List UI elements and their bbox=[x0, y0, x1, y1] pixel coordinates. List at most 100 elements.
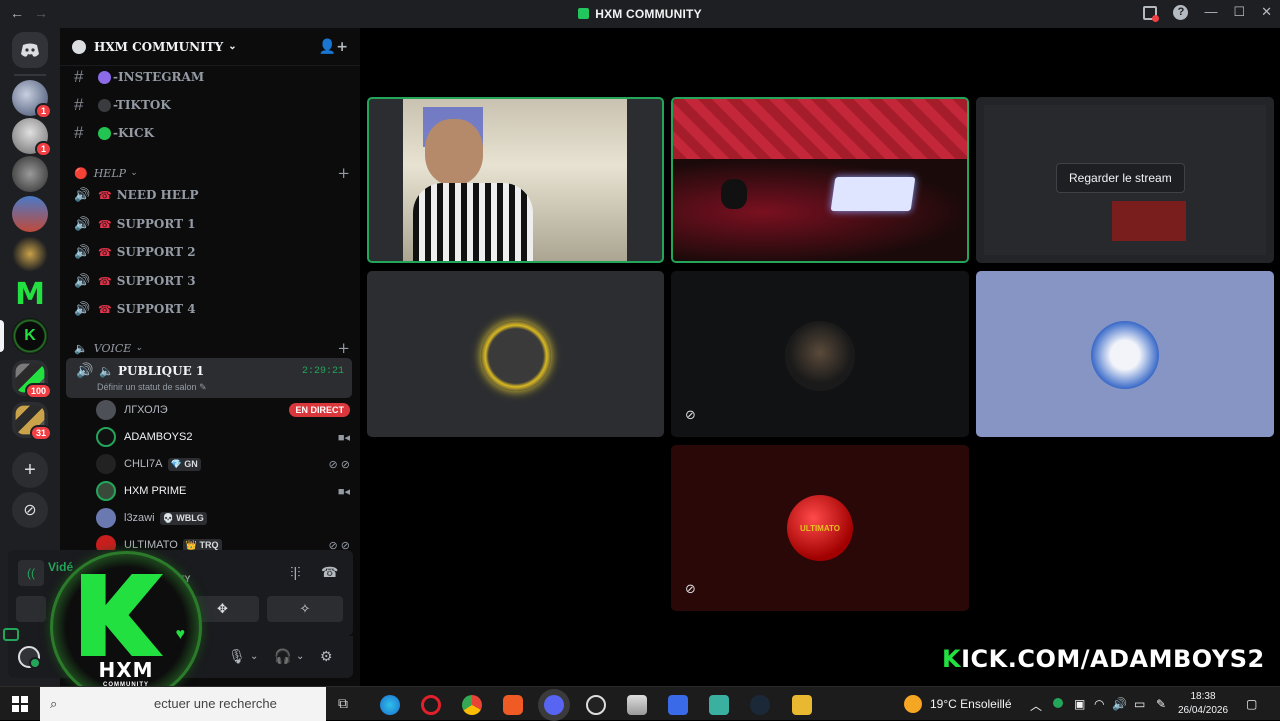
channel-kick[interactable]: # -KICK bbox=[60, 121, 360, 145]
voice-member[interactable]: CHLI7A 💎 GN ⊘ ⊘ bbox=[96, 452, 350, 476]
purple-circle-icon bbox=[98, 70, 111, 84]
signal-icon: (( bbox=[18, 560, 44, 586]
video-tile-webcam[interactable] bbox=[367, 97, 664, 263]
participant-tile[interactable]: ULTIMATO ⊘ bbox=[671, 445, 969, 611]
avatar bbox=[96, 508, 116, 528]
voice-member[interactable]: l3zawi 💀 WBLG bbox=[96, 506, 350, 530]
voice-channel-support-2[interactable]: 🔊 ☎ SUPPORT 2 bbox=[60, 240, 360, 264]
steam-icon[interactable] bbox=[750, 695, 770, 715]
notifications-icon[interactable]: ▢ bbox=[1246, 697, 1257, 711]
avatar bbox=[481, 321, 551, 391]
server-logo-icon bbox=[578, 8, 590, 19]
volume-icon[interactable]: 🔊 bbox=[1112, 697, 1127, 711]
participant-tile[interactable] bbox=[367, 271, 664, 437]
video-tile-keyboard[interactable] bbox=[671, 97, 969, 263]
voice-channel-support-4[interactable]: 🔊 ☎ SUPPORT 4 bbox=[60, 297, 360, 321]
settings-icon[interactable]: ⚙ bbox=[320, 648, 333, 665]
phone-icon: ☎ bbox=[98, 274, 112, 288]
channel-instegram[interactable]: # -INSTEGRAM bbox=[60, 65, 360, 89]
add-channel-icon[interactable]: + bbox=[337, 164, 350, 182]
soundboard-button[interactable]: ✧ bbox=[267, 596, 343, 622]
microphone-icon[interactable]: 🎙 bbox=[228, 648, 246, 665]
server-5[interactable] bbox=[12, 236, 48, 272]
maximize-button[interactable]: ☐ bbox=[1233, 4, 1245, 20]
camera-button[interactable] bbox=[16, 596, 46, 622]
folder-2[interactable]: 31 bbox=[12, 402, 52, 441]
minimize-button[interactable]: — bbox=[1204, 4, 1217, 20]
tray-chevron-icon[interactable]: ︿ bbox=[1030, 697, 1042, 714]
add-server-button[interactable]: + bbox=[12, 452, 48, 488]
server-4[interactable] bbox=[12, 196, 48, 232]
chrome-icon[interactable] bbox=[462, 695, 482, 715]
title-bar: ← → HXM COMMUNITY ? — ☐ ✕ bbox=[0, 0, 1280, 28]
discord-taskbar-icon[interactable] bbox=[544, 695, 564, 715]
task-view-icon[interactable]: ⧉ bbox=[338, 695, 358, 715]
headphones-icon[interactable]: 🎧 bbox=[274, 648, 291, 665]
brave-icon[interactable] bbox=[503, 695, 523, 715]
add-channel-icon[interactable]: + bbox=[337, 339, 350, 357]
app-icon[interactable] bbox=[668, 695, 688, 715]
voice-channel-support-3[interactable]: 🔊 ☎ SUPPORT 3 bbox=[60, 269, 360, 293]
server-3[interactable] bbox=[12, 156, 48, 192]
noise-suppression-icon[interactable]: ⫶|⫶ bbox=[290, 564, 301, 581]
start-button[interactable] bbox=[12, 696, 28, 712]
battery-icon[interactable]: ▭ bbox=[1134, 697, 1145, 711]
chevron-down-icon[interactable]: ⌄ bbox=[296, 651, 304, 662]
red-sleeve bbox=[673, 99, 967, 159]
hash-icon: # bbox=[74, 123, 84, 142]
wifi-icon[interactable]: ◠ bbox=[1094, 697, 1104, 711]
soundboard-icon: ✧ bbox=[299, 601, 311, 616]
tray-app-icon[interactable]: ▣ bbox=[1074, 697, 1085, 711]
connection-status[interactable]: Vidé bbox=[48, 560, 73, 574]
tray-status-icon[interactable] bbox=[1053, 698, 1063, 708]
server-hxm[interactable]: K bbox=[12, 318, 48, 354]
plus-icon: + bbox=[24, 458, 36, 481]
voice-channel-need-help[interactable]: 🔊 ☎ NEED HELP bbox=[60, 183, 360, 207]
edge-icon[interactable] bbox=[380, 695, 400, 715]
server-1[interactable]: 1 bbox=[12, 80, 52, 119]
discord-home-button[interactable] bbox=[12, 32, 48, 68]
taskbar-search-box[interactable]: ⌕ ectuer une recherche bbox=[40, 687, 326, 721]
app-icon-2[interactable] bbox=[709, 695, 729, 715]
screen-share-tile[interactable]: Regarder le stream bbox=[976, 97, 1274, 263]
voice-member[interactable]: ADAMBOYS2 ■◂ bbox=[96, 425, 350, 449]
folder-1[interactable]: 100 bbox=[12, 360, 52, 399]
server-2[interactable]: 1 bbox=[12, 118, 52, 157]
disconnect-icon[interactable]: ☎ bbox=[321, 564, 338, 581]
speaker-icon: 🔈 bbox=[99, 364, 114, 378]
hash-icon: # bbox=[74, 95, 84, 114]
phone-icon: ☎ bbox=[98, 217, 112, 231]
video-off-icon: ⊘ bbox=[685, 582, 696, 597]
participant-tile[interactable] bbox=[976, 271, 1274, 437]
voice-channel-publique-1[interactable]: 🔊 🔈 PUBLIQUE 1 Définir un statut de salo… bbox=[66, 358, 352, 398]
folder-badge: 100 bbox=[24, 383, 52, 399]
channel-tiktok[interactable]: # -TIKTOK bbox=[60, 93, 360, 117]
system-clock[interactable]: 18:38 26/04/2026 bbox=[1172, 690, 1234, 718]
store-icon[interactable] bbox=[627, 695, 647, 715]
channel-status[interactable]: Définir un statut de salon ✎ bbox=[97, 382, 207, 393]
voice-channel-support-1[interactable]: 🔊 ☎ SUPPORT 1 bbox=[60, 212, 360, 236]
inbox-icon[interactable] bbox=[1143, 6, 1160, 22]
user-avatar[interactable] bbox=[18, 646, 41, 669]
speaker-icon: 🔊 bbox=[74, 244, 91, 260]
discover-button[interactable]: ⊘ bbox=[12, 492, 48, 528]
category-help[interactable]: 🔴 HELP ⌄ + bbox=[74, 164, 350, 182]
file-explorer-icon[interactable] bbox=[792, 695, 812, 715]
obs-icon[interactable] bbox=[586, 695, 606, 715]
opera-icon[interactable] bbox=[421, 695, 441, 715]
invite-icon[interactable]: 👤+ bbox=[319, 39, 348, 55]
watch-stream-button[interactable]: Regarder le stream bbox=[1056, 163, 1185, 193]
server-badge: 1 bbox=[34, 103, 52, 119]
chevron-down-icon[interactable]: ⌄ bbox=[250, 651, 258, 662]
weather-text[interactable]: 19°C Ensoleillé bbox=[930, 697, 1012, 711]
category-voice[interactable]: 🔈 VOICE ⌄ + bbox=[74, 339, 350, 357]
voice-member[interactable]: ЛГХОЛЭ EN DIRECT bbox=[96, 398, 350, 422]
channel-label: -INSTEGRAM bbox=[113, 70, 205, 84]
help-icon[interactable]: ? bbox=[1173, 5, 1189, 20]
voice-member[interactable]: HXM PRIME ■◂ bbox=[96, 479, 350, 503]
pen-icon[interactable]: ✎ bbox=[1156, 697, 1166, 711]
server-m[interactable]: M bbox=[12, 276, 48, 312]
close-button[interactable]: ✕ bbox=[1261, 4, 1272, 20]
participant-tile[interactable]: ⊘ bbox=[671, 271, 969, 437]
server-header[interactable]: HXM COMMUNITY ⌄ 👤+ bbox=[60, 28, 360, 66]
